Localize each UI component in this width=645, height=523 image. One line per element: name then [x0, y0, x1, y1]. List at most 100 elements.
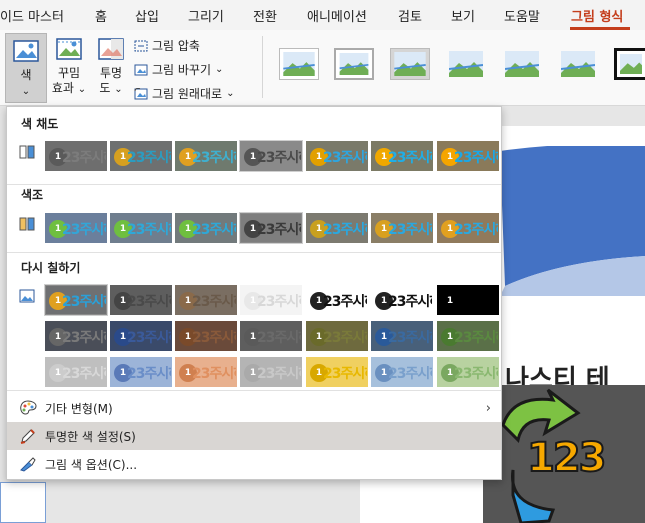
swatch-preview-text: 23주시하 [323, 294, 367, 310]
reset-picture-label: 그림 원래대로 [152, 87, 223, 101]
artistic-effects-label-1: 꾸밈 [57, 66, 81, 80]
section-title-tone: 색조 [21, 188, 44, 202]
color-swatch-option[interactable]: 123주시하 [175, 141, 237, 171]
artistic-effects-button[interactable]: 꾸밈 효과 ⌄ [50, 36, 88, 97]
color-swatch-option[interactable]: 123주시하 [371, 321, 433, 351]
group-separator [262, 36, 263, 98]
tab-insert[interactable]: 삽입 [135, 6, 159, 25]
color-swatch-option[interactable]: 123주시하 [240, 357, 302, 387]
color-swatch-option[interactable]: 123주시하 [239, 140, 303, 172]
color-swatch-option[interactable]: 123주시하 [239, 212, 303, 244]
picture-style-1[interactable] [279, 48, 319, 80]
swatch-preview-text: 23주시하 [127, 330, 171, 346]
picture-style-4[interactable] [446, 48, 486, 80]
color-swatch-option[interactable]: 123주시하 [110, 285, 172, 315]
tab-transitions[interactable]: 전환 [253, 6, 277, 25]
color-swatch-option[interactable]: 123주시하 [110, 357, 172, 387]
swatch-preview-text: 23주시하 [62, 150, 106, 166]
color-swatch-option[interactable]: 123주시하 [306, 285, 368, 315]
tab-review[interactable]: 검토 [398, 6, 422, 25]
submenu-arrow-icon: › [485, 400, 491, 416]
color-swatch-option[interactable]: 123주시하 [437, 357, 499, 387]
swatch-preview-text: 23주시하 [192, 150, 236, 166]
color-swatch-option[interactable]: 123주시하 [371, 141, 433, 171]
picture-style-preview-icon [561, 51, 595, 77]
color-swatch-option[interactable]: 123주시하 [110, 141, 172, 171]
color-button-label: 색 [20, 68, 32, 82]
color-swatch-option[interactable]: 123주시하 [371, 357, 433, 387]
picture-color-options-menu-item[interactable]: 그림 색 옵션(C)... [7, 450, 501, 478]
color-swatch-option[interactable]: 123주시하 [306, 141, 368, 171]
swatch-preview-text: 23주시하 [127, 294, 171, 310]
ribbon-tab-bar: 이드 마스터 홈 삽입 그리기 전환 애니메이션 검토 보기 도움말 그림 형식 [0, 0, 645, 30]
swatch-preview-text: 23주시하 [454, 222, 498, 238]
set-transparent-color-label: 투명한 색 설정(S) [45, 429, 136, 444]
color-swatch-option[interactable]: 123주시하 [371, 213, 433, 243]
compress-pictures-label: 그림 압축 [152, 39, 200, 53]
picture-color-options-icon [20, 457, 36, 472]
color-swatch-option[interactable]: 123주시하 [437, 141, 499, 171]
swatch-preview-text: 23주시하 [62, 366, 106, 382]
color-swatch-option[interactable]: 123주시하 [175, 357, 237, 387]
swatch-preview-text: 23주시하 [323, 330, 367, 346]
change-picture-label: 그림 바꾸기 [152, 63, 212, 77]
set-transparent-color-menu-item[interactable]: 투명한 색 설정(S) [7, 422, 501, 450]
picture-style-3[interactable] [390, 48, 430, 80]
picture-style-2[interactable] [334, 48, 374, 80]
color-swatch-option[interactable]: 123주시하 [45, 141, 107, 171]
color-button[interactable]: 색 ⌄ [5, 33, 47, 103]
slide-blue-shape [500, 146, 645, 296]
color-swatch-option[interactable]: 123주시하 [44, 284, 108, 316]
color-swatch-option[interactable]: 123주시하 [371, 285, 433, 315]
swatch-preview-text: 23주시하 [454, 150, 498, 166]
picture-style-5[interactable] [502, 48, 542, 80]
tab-help[interactable]: 도움말 [504, 6, 540, 25]
compress-pictures-button[interactable]: 그림 압축 [134, 37, 200, 54]
swatch-preview-text: 23주시하 [62, 294, 106, 310]
color-swatch-option[interactable]: 123주시하 [240, 321, 302, 351]
color-swatch-option[interactable]: 123주시하 [240, 285, 302, 315]
logo-text: 123 [526, 434, 607, 482]
artistic-effects-label-2: 효과 [51, 81, 74, 95]
color-swatch-option[interactable]: 123주시하 [306, 321, 368, 351]
transparency-button[interactable]: 투명 도 ⌄ [92, 36, 130, 97]
change-picture-button[interactable]: 그림 바꾸기 ⌄ [134, 61, 223, 78]
color-swatch-option[interactable]: 123주시하 [306, 213, 368, 243]
color-swatch-option[interactable]: 123주시하 [175, 213, 237, 243]
compress-icon [134, 40, 148, 51]
tab-draw[interactable]: 그리기 [188, 6, 224, 25]
color-swatch-option[interactable]: 123주시하 [306, 357, 368, 387]
picture-style-6[interactable] [558, 48, 598, 80]
slide-thumbnail-left[interactable] [0, 482, 46, 523]
tab-picture-format[interactable]: 그림 형식 [571, 6, 623, 25]
swatch-preview-text: 23주시하 [192, 366, 236, 382]
more-variations-menu-item[interactable]: 기타 변형(M) › [7, 394, 501, 422]
color-swatch-option[interactable]: 123주시하 [175, 285, 237, 315]
color-swatch-option[interactable]: 123주시하 [45, 213, 107, 243]
tab-animations[interactable]: 애니메이션 [307, 6, 367, 25]
tab-slide-master[interactable]: 이드 마스터 [0, 6, 64, 25]
color-swatch-option[interactable]: 123주시하 [437, 285, 499, 315]
section-divider [7, 184, 501, 185]
picture-style-preview-icon [449, 51, 483, 77]
swatch-preview-text: 23주시하 [62, 222, 106, 238]
color-swatch-option[interactable]: 123주시하 [437, 321, 499, 351]
reset-picture-button[interactable]: 그림 원래대로 ⌄ [134, 85, 234, 102]
swatch-preview-text: 23주시하 [257, 150, 301, 166]
color-swatch-option[interactable]: 123주시하 [110, 213, 172, 243]
color-swatch-option[interactable]: 123주시하 [175, 321, 237, 351]
color-swatch-option[interactable]: 123주시하 [437, 213, 499, 243]
color-swatch-option[interactable]: 123주시하 [110, 321, 172, 351]
swatch-preview-text: 23주시하 [257, 294, 301, 310]
swatch-preview-text: 23주시하 [192, 294, 236, 310]
selected-picture[interactable]: 123 [483, 385, 645, 523]
picture-style-7[interactable] [614, 48, 645, 80]
tab-view[interactable]: 보기 [451, 6, 475, 25]
picture-style-preview-icon [339, 53, 369, 75]
tab-home[interactable]: 홈 [95, 6, 107, 25]
picture-color-options-label: 그림 색 옵션(C)... [45, 457, 138, 472]
color-swatch-option[interactable]: 123주시하 [45, 321, 107, 351]
color-swatch-option[interactable]: 123주시하 [45, 357, 107, 387]
swatch-preview-text: 23주시하 [192, 222, 236, 238]
swatch-preview-text: 23주시하 [257, 330, 301, 346]
